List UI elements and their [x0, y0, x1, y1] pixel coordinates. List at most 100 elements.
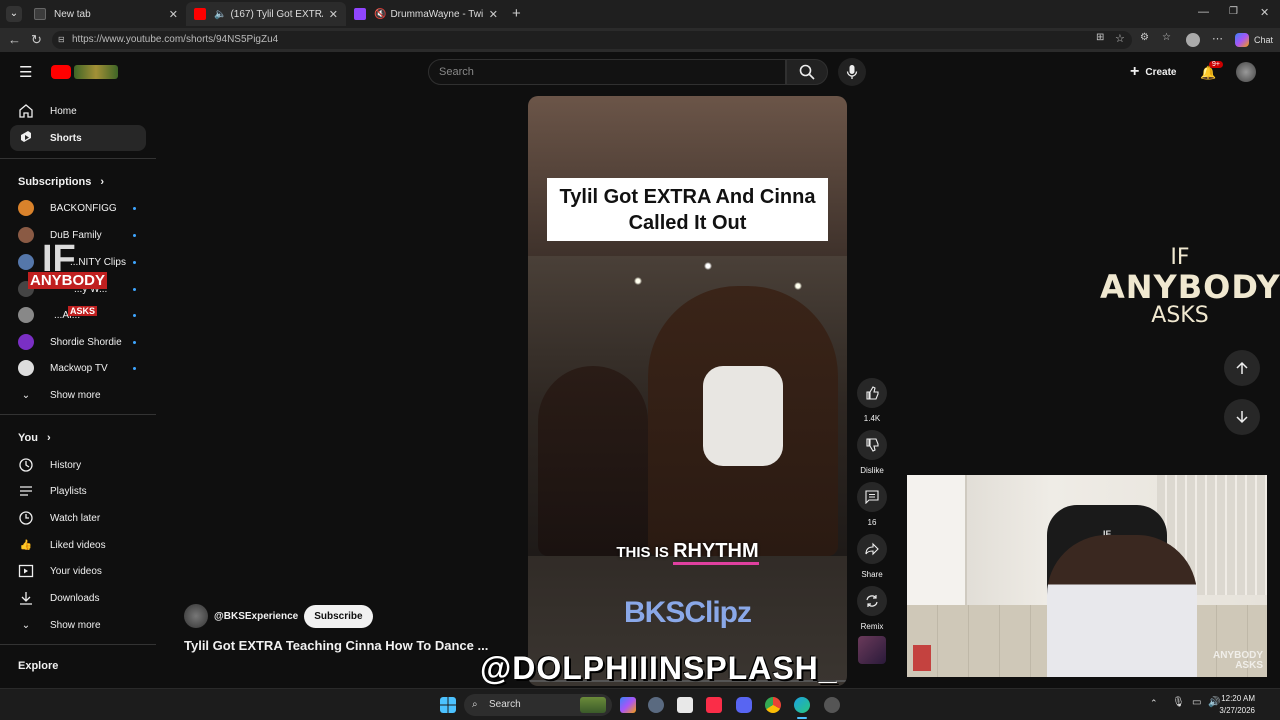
subscriptions-header-label: Subscriptions	[18, 176, 92, 188]
music-app-icon[interactable]	[706, 697, 722, 713]
reload-icon[interactable]: ↻	[31, 32, 42, 48]
arrow-down-icon	[1236, 411, 1248, 424]
copilot-icon[interactable]	[1235, 33, 1249, 47]
windows-start-icon[interactable]	[440, 697, 456, 713]
new-content-dot	[133, 366, 136, 370]
copilot-app-icon[interactable]	[620, 697, 636, 713]
sidebar-item-playlists[interactable]: Playlists	[10, 478, 146, 504]
new-content-dot	[133, 313, 136, 317]
dislike-button[interactable]: Dislike	[856, 430, 888, 475]
sidebar-item-shorts[interactable]: Shorts	[10, 125, 146, 151]
chevron-right-icon: ›	[47, 432, 51, 444]
account-avatar[interactable]	[1236, 62, 1256, 82]
edge-active-indicator	[797, 717, 807, 719]
speaker-icon[interactable]: 🔈	[214, 9, 226, 20]
close-tab-icon[interactable]: ✕	[489, 8, 498, 21]
subscribe-button[interactable]: Subscribe	[304, 604, 373, 628]
playlists-icon	[18, 483, 34, 499]
settings-app-icon[interactable]	[648, 697, 664, 713]
next-short-button[interactable]	[1224, 399, 1260, 435]
voice-search-button[interactable]	[838, 58, 866, 86]
caption-small-text: THIS IS	[616, 544, 669, 561]
hamburger-menu-icon[interactable]: ☰	[19, 63, 32, 81]
create-button[interactable]: + Create	[1130, 63, 1176, 81]
remix-button[interactable]: Remix	[856, 586, 888, 631]
sidebar-item-label: Playlists	[50, 485, 87, 497]
like-button[interactable]: 1.4K	[856, 378, 888, 423]
close-tab-icon[interactable]: ✕	[169, 8, 178, 21]
sidebar-item-liked-videos[interactable]: 👍 Liked videos	[10, 532, 146, 558]
asks-text-left: ASKS	[68, 306, 98, 316]
tray-chevron-icon[interactable]: ⌃	[1150, 698, 1158, 709]
twitch-favicon-icon	[354, 8, 366, 20]
sidebar-item-downloads[interactable]: Downloads	[10, 585, 146, 611]
chrome-app-icon[interactable]	[765, 697, 781, 713]
more-menu-icon[interactable]: ⋯	[1212, 32, 1223, 45]
close-tab-icon[interactable]: ✕	[329, 8, 338, 21]
extensions-icon[interactable]: ⚙	[1140, 32, 1149, 43]
tray-monitor-icon[interactable]: ▭	[1192, 697, 1201, 708]
muted-speaker-icon[interactable]: 🔇	[374, 9, 386, 20]
chat-label[interactable]: Chat	[1254, 35, 1273, 45]
sidebar-item-home[interactable]: Home	[10, 98, 146, 124]
thumbs-down-icon	[857, 430, 887, 460]
tab-twitch[interactable]: 🔇 DrummaWayne - Twitch ✕	[346, 2, 506, 26]
show-more-button[interactable]: ⌄ Show more	[10, 382, 146, 408]
favorite-star-icon[interactable]: ☆	[1115, 32, 1125, 45]
tab-youtube-short[interactable]: 🔈 (167) Tylil Got EXTRA Teaching ✕	[186, 2, 346, 26]
you-header[interactable]: You ›	[18, 432, 51, 444]
apps-icon[interactable]: ⊞	[1096, 32, 1104, 43]
favorites-icon[interactable]: ☆	[1162, 32, 1171, 43]
search-button[interactable]	[786, 59, 828, 85]
discord-app-icon[interactable]	[736, 697, 752, 713]
subscription-label: BACKONFIGG	[50, 202, 117, 214]
search-icon: ⌕	[472, 699, 478, 710]
watch-later-icon	[18, 510, 34, 526]
comments-button[interactable]: 16	[856, 482, 888, 527]
windows-taskbar: ⌕ Search ⌃ 🎙 ▭ 🔊 12:20 AM 3/27/2026	[0, 688, 1280, 720]
sidebar-item-history[interactable]: History	[10, 452, 146, 478]
subscriptions-header[interactable]: Subscriptions ›	[18, 176, 104, 188]
subscription-item[interactable]: BACKONFIGG	[10, 195, 146, 221]
search-input[interactable]: Search	[428, 59, 786, 85]
url-field[interactable]: ⊟ https://www.youtube.com/shorts/94NS5Pi…	[52, 31, 1132, 49]
tab-label: (167) Tylil Got EXTRA Teaching	[230, 8, 322, 20]
sidebar-item-your-videos[interactable]: Your videos	[10, 558, 146, 584]
taskbar-clock[interactable]: 12:20 AM 3/27/2026	[1219, 693, 1255, 717]
restore-window-icon[interactable]: ❐	[1229, 6, 1238, 17]
short-video-title[interactable]: Tylil Got EXTRA Teaching Cinna How To Da…	[184, 638, 488, 653]
site-info-icon[interactable]: ⊟	[58, 31, 65, 49]
channel-name[interactable]: @BKSExperience	[214, 611, 298, 622]
subscription-item[interactable]: Mackwop TV	[10, 355, 146, 381]
sidebar-item-watch-later[interactable]: Watch later	[10, 505, 146, 531]
if-text-right: IF	[1170, 245, 1190, 270]
bksclipz-watermark: BKSClipz	[624, 596, 752, 629]
tab-new-tab[interactable]: New tab ✕	[26, 2, 186, 26]
previous-short-button[interactable]	[1224, 350, 1260, 386]
minimize-window-icon[interactable]: —	[1198, 6, 1209, 18]
taskbar-search[interactable]: ⌕ Search	[464, 694, 612, 716]
profile-avatar[interactable]	[1186, 33, 1200, 47]
channel-avatar[interactable]	[184, 604, 208, 628]
youtube-doodle-logo[interactable]	[74, 65, 118, 79]
back-arrow-icon[interactable]: ←	[8, 32, 21, 47]
sound-thumbnail[interactable]	[858, 636, 886, 664]
notifications-button[interactable]: 🔔 9+	[1200, 61, 1223, 82]
url-text: https://www.youtube.com/shorts/94NS5PigZ…	[72, 34, 279, 45]
tab-label: New tab	[54, 8, 91, 20]
edge-app-icon[interactable]	[794, 697, 810, 713]
store-app-icon[interactable]	[677, 697, 693, 713]
tray-mic-icon[interactable]: 🎙	[1172, 697, 1185, 708]
youtube-logo-icon[interactable]	[51, 65, 71, 79]
share-button[interactable]: Share	[856, 534, 888, 579]
shorts-video-player[interactable]: Tylil Got EXTRA And Cinna Called It Out …	[528, 96, 847, 686]
close-window-icon[interactable]: ✕	[1260, 6, 1269, 19]
show-more-button[interactable]: ⌄ Show more	[10, 612, 146, 638]
tab-list-dropdown-icon[interactable]: ⌄	[6, 6, 22, 22]
new-tab-plus-icon[interactable]: +	[512, 5, 521, 22]
you-header-label: You	[18, 432, 38, 444]
divider	[0, 644, 156, 645]
search-highlight-icon	[580, 697, 606, 713]
caption-big-text: RHYTHM	[673, 540, 759, 565]
app-with-badge-icon[interactable]	[824, 697, 840, 713]
